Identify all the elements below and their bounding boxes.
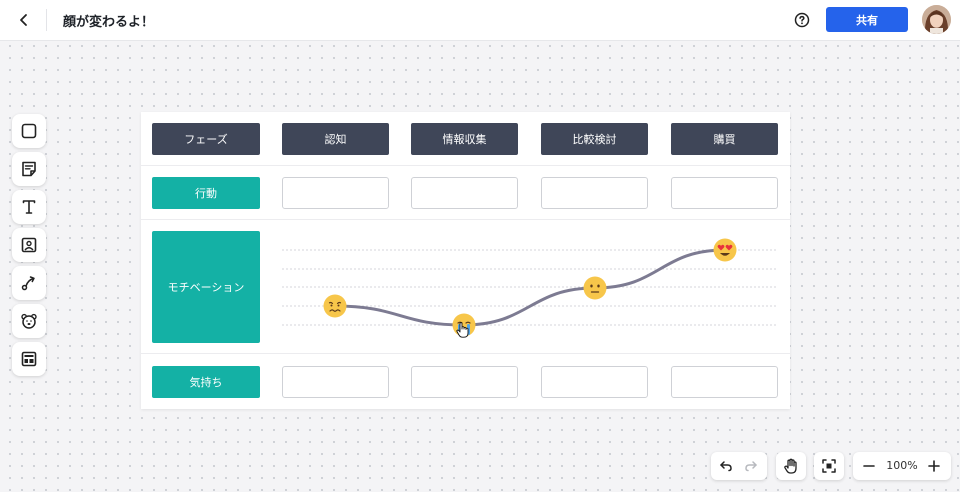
text-tool[interactable] (12, 190, 46, 224)
heart-eyes-face-icon[interactable] (713, 238, 737, 266)
hand-cursor-icon (456, 322, 470, 342)
image-icon (21, 237, 37, 253)
sticky-note-tool[interactable] (12, 152, 46, 186)
row-divider (141, 165, 790, 166)
journey-map-board[interactable]: フェーズ 認知 情報収集 比較検討 購買 行動 モチベーション 気持ち (141, 112, 790, 409)
redo-icon (745, 461, 757, 472)
undo-button[interactable] (718, 458, 734, 474)
zoom-in-button[interactable] (926, 458, 942, 474)
sad-face-icon[interactable] (323, 294, 347, 322)
connector-icon (21, 276, 35, 291)
undo-redo-group (711, 452, 767, 480)
phase-header-purchase[interactable]: 購買 (671, 123, 778, 155)
chevron-left-icon (20, 14, 27, 26)
minus-icon (863, 465, 875, 467)
template-icon (21, 351, 37, 367)
shape-icon (21, 123, 37, 139)
document-title[interactable]: 顔が変わるよ！ (63, 11, 154, 30)
row-label-feeling[interactable]: 気持ち (152, 366, 260, 398)
fit-to-screen-button[interactable] (814, 452, 844, 480)
character-icon (21, 313, 37, 329)
phase-header-comparison[interactable]: 比較検討 (541, 123, 648, 155)
avatar[interactable] (922, 5, 951, 34)
template-tool[interactable] (12, 342, 46, 376)
row-divider (141, 219, 790, 220)
action-cell-awareness[interactable] (282, 177, 389, 209)
hand-icon (784, 458, 797, 474)
row-label-motivation[interactable]: モチベーション (152, 231, 260, 343)
zoom-out-button[interactable] (861, 458, 877, 474)
row-label-action[interactable]: 行動 (152, 177, 260, 209)
character-tool[interactable] (12, 304, 46, 338)
phase-header-information-gathering[interactable]: 情報収集 (411, 123, 518, 155)
left-toolbar (12, 114, 46, 380)
fit-screen-icon (822, 459, 836, 473)
zoom-level[interactable]: 100% (883, 459, 921, 472)
feeling-cell-purchase[interactable] (671, 366, 778, 398)
phase-header-awareness[interactable]: 認知 (282, 123, 389, 155)
feeling-cell-awareness[interactable] (282, 366, 389, 398)
share-button[interactable]: 共有 (826, 7, 908, 32)
action-cell-purchase[interactable] (671, 177, 778, 209)
feeling-cell-information-gathering[interactable] (411, 366, 518, 398)
row-divider (141, 353, 790, 354)
neutral-face-icon[interactable] (583, 276, 607, 304)
image-tool[interactable] (12, 228, 46, 262)
back-button[interactable] (10, 6, 38, 34)
help-button[interactable] (792, 10, 812, 30)
connector-tool[interactable] (12, 266, 46, 300)
feeling-cell-comparison[interactable] (541, 366, 648, 398)
title-divider (46, 9, 47, 31)
help-icon (794, 12, 810, 28)
undo-icon (720, 461, 732, 472)
sticky-note-icon (22, 161, 36, 177)
redo-button[interactable] (743, 458, 759, 474)
top-bar: 顔が変わるよ！ 共有 (0, 0, 960, 41)
plus-icon (928, 460, 940, 472)
zoom-controls: 100% (853, 452, 951, 480)
shape-tool[interactable] (12, 114, 46, 148)
text-icon (22, 200, 36, 214)
pan-hand-button[interactable] (776, 452, 806, 480)
action-cell-information-gathering[interactable] (411, 177, 518, 209)
phase-header-corner[interactable]: フェーズ (152, 123, 260, 155)
action-cell-comparison[interactable] (541, 177, 648, 209)
